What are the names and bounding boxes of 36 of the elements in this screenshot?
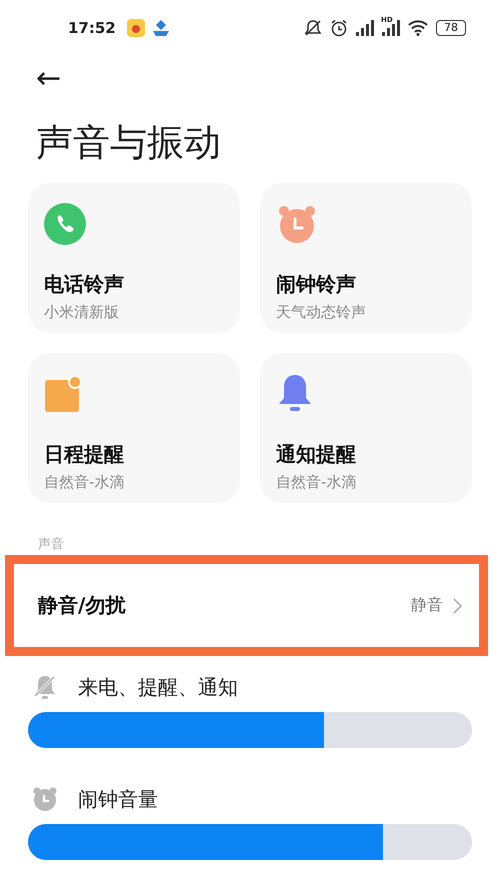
card-subtitle: 小米清新版 <box>44 303 120 322</box>
alarm-clock-icon <box>276 203 318 245</box>
mute-dnd-row[interactable]: 静音/勿扰 静音 <box>5 555 488 656</box>
phone-icon <box>44 203 86 245</box>
signal-icon <box>356 20 374 36</box>
chevron-right-icon <box>453 598 462 614</box>
battery-indicator: 78 <box>436 20 466 36</box>
app-notification-icon <box>126 18 145 36</box>
volume-label: 闹钟音量 <box>78 786 158 812</box>
wifi-icon <box>408 20 428 36</box>
clock-time: 17:52 <box>68 18 116 36</box>
page-title: 声音与振动 <box>36 120 222 166</box>
card-title: 通知提醒 <box>276 441 357 468</box>
muted-bell-icon <box>304 18 322 36</box>
card-subtitle: 自然音-水滴 <box>276 473 358 492</box>
sound-card[interactable]: 日程提醒 自然音-水滴 <box>28 353 240 503</box>
back-button[interactable]: ← <box>36 63 62 95</box>
section-label: 声音 <box>37 537 64 553</box>
row-value: 静音 <box>411 595 443 616</box>
volume-slider[interactable] <box>28 824 472 860</box>
card-title: 闹钟铃声 <box>276 271 357 298</box>
note-icon <box>44 375 82 413</box>
volume-label: 来电、提醒、通知 <box>78 674 238 700</box>
alarm-clock-icon <box>330 18 348 36</box>
row-label: 静音/勿扰 <box>38 592 126 619</box>
sound-card[interactable]: 通知提醒 自然音-水滴 <box>260 353 472 503</box>
card-title: 电话铃声 <box>44 271 125 298</box>
muted-bell-icon <box>32 674 58 700</box>
volume-slider[interactable] <box>28 712 472 748</box>
sound-card[interactable]: 电话铃声 小米清新版 <box>28 183 240 333</box>
card-title: 日程提醒 <box>44 441 125 468</box>
app-notification-icon <box>152 18 170 36</box>
card-subtitle: 天气动态铃声 <box>276 303 367 322</box>
card-subtitle: 自然音-水滴 <box>44 473 126 492</box>
alarm-clock-icon <box>32 786 58 812</box>
sound-card[interactable]: 闹钟铃声 天气动态铃声 <box>260 183 472 333</box>
